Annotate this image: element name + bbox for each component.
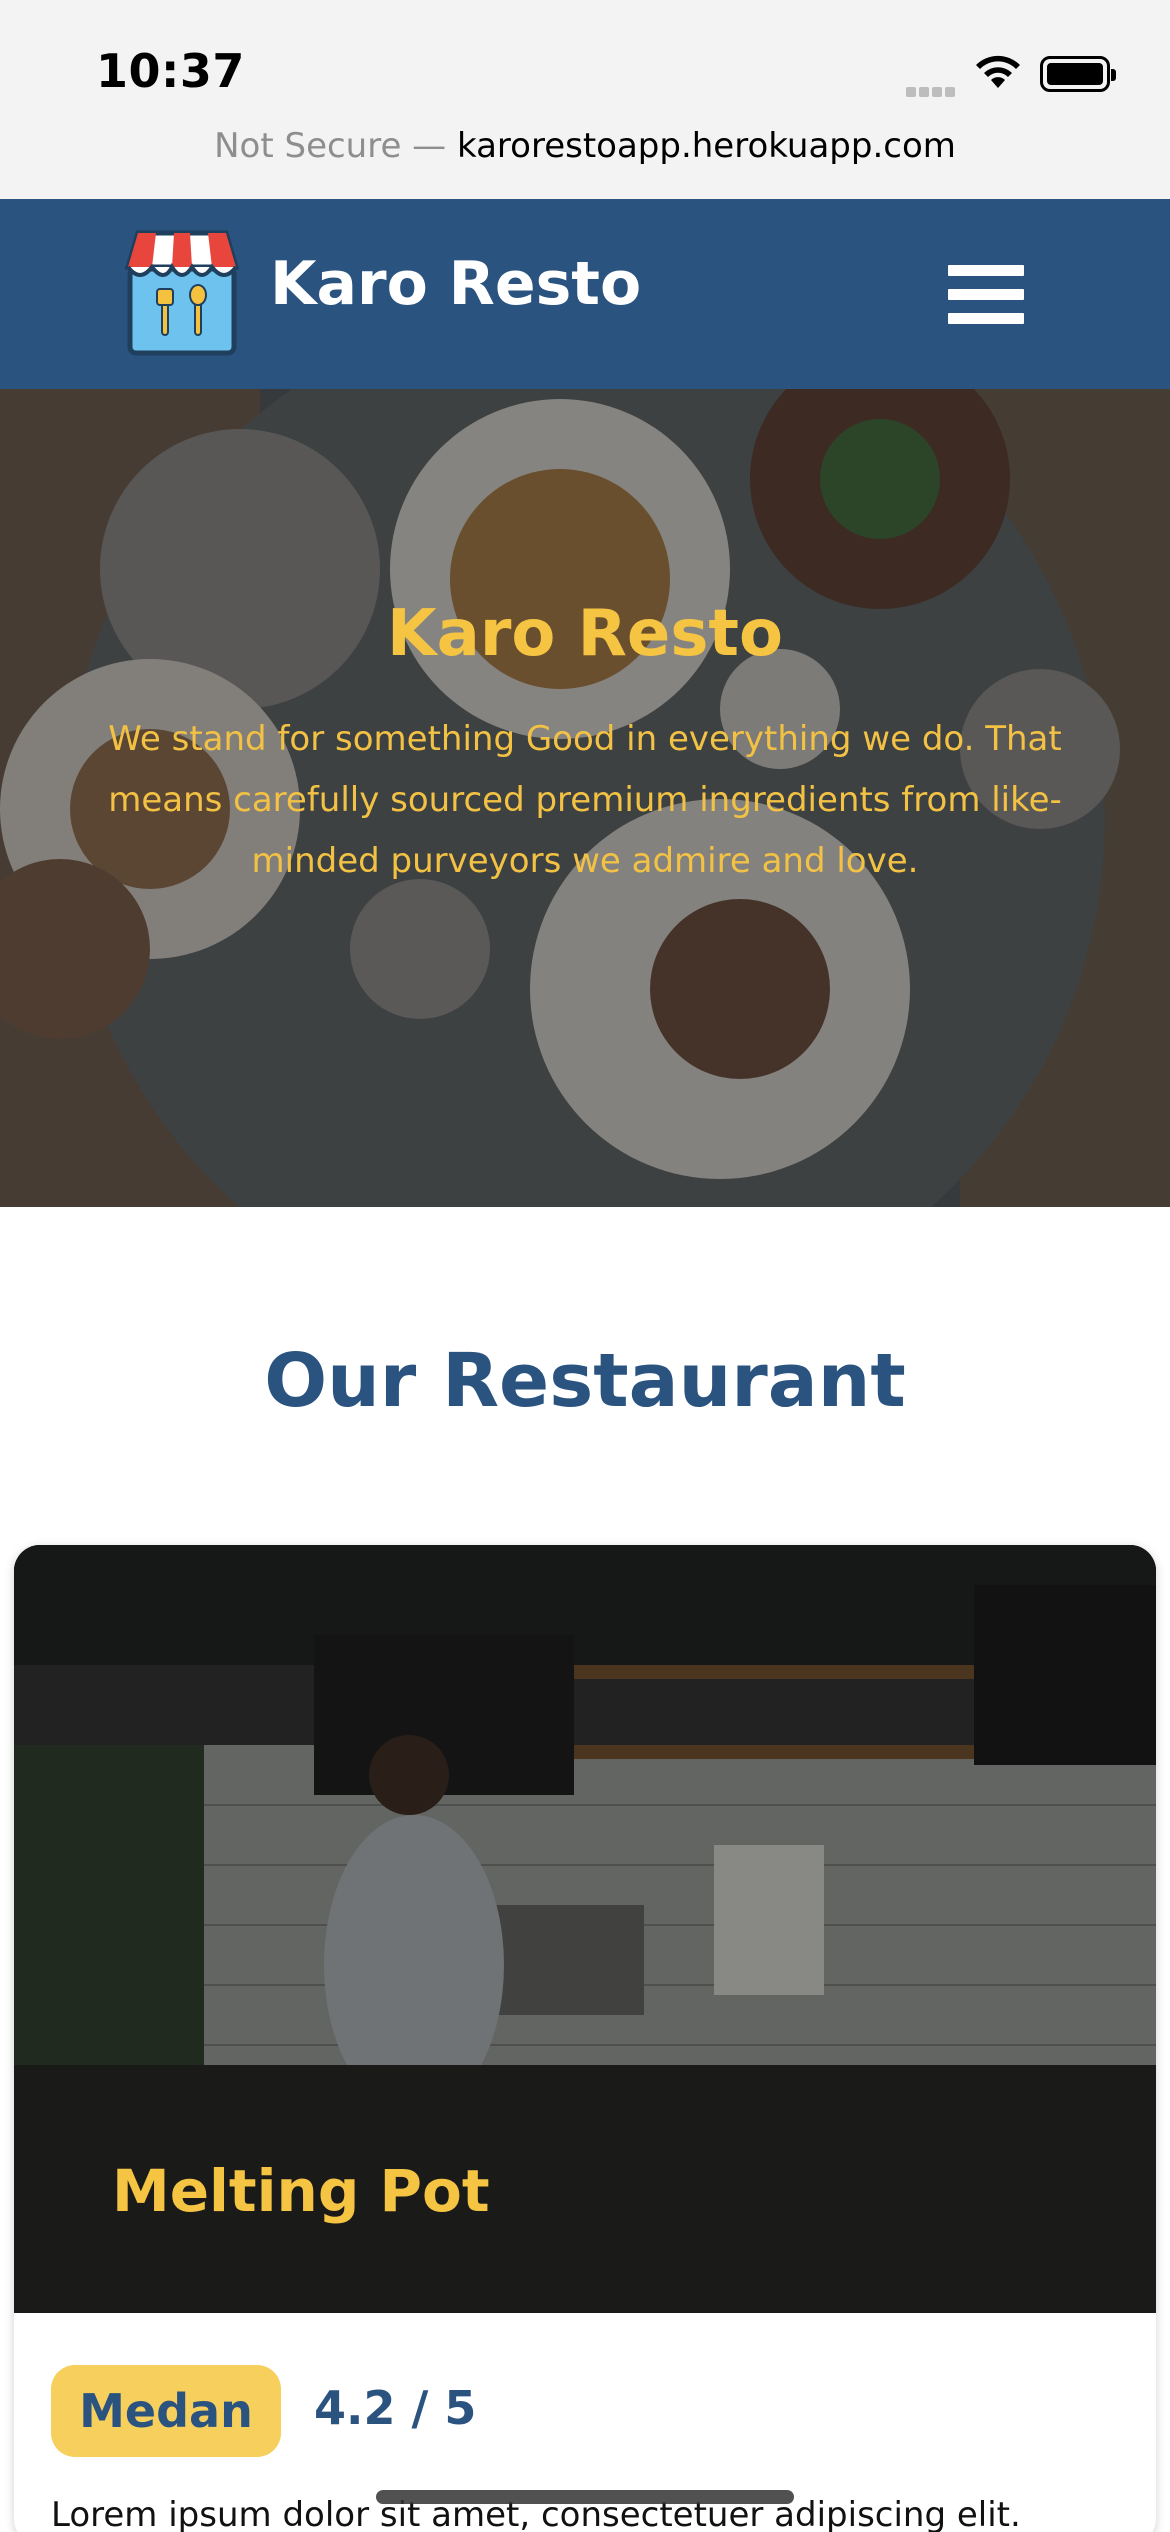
hero-section: Karo Resto We stand for something Good i…: [0, 389, 1170, 1207]
hero-description: We stand for something Good in everythin…: [108, 719, 1062, 881]
status-time: 10:37: [96, 44, 245, 98]
browser-status-bar: 10:37 Not Secure — karorestoapp.herokuap…: [0, 0, 1170, 200]
restaurant-image: Melting Pot: [14, 1545, 1156, 2313]
home-indicator[interactable]: [376, 2490, 794, 2504]
city-badge: Medan: [51, 2365, 281, 2457]
section-title: Our Restaurant: [264, 1338, 906, 1424]
battery-icon: [1040, 56, 1116, 92]
hero-title: Karo Resto: [387, 597, 783, 671]
restaurant-card[interactable]: Melting Pot Medan 4.2 / 5 Lorem ipsum do…: [14, 1545, 1156, 2532]
wifi-icon: [976, 55, 1020, 88]
url-text: karorestoapp.herokuapp.com: [457, 126, 956, 166]
address-bar[interactable]: Not Secure — karorestoapp.herokuapp.com: [0, 126, 1170, 166]
app-header: Karo Resto: [0, 199, 1170, 389]
not-secure-label: Not Secure —: [214, 126, 457, 166]
hamburger-menu-icon[interactable]: [948, 265, 1024, 325]
restaurant-rating: 4.2 / 5: [314, 2381, 477, 2435]
store-icon[interactable]: [124, 229, 240, 357]
signal-icon: [906, 82, 962, 97]
brand-name[interactable]: Karo Resto: [270, 249, 641, 319]
restaurant-name: Melting Pot: [112, 2157, 490, 2225]
